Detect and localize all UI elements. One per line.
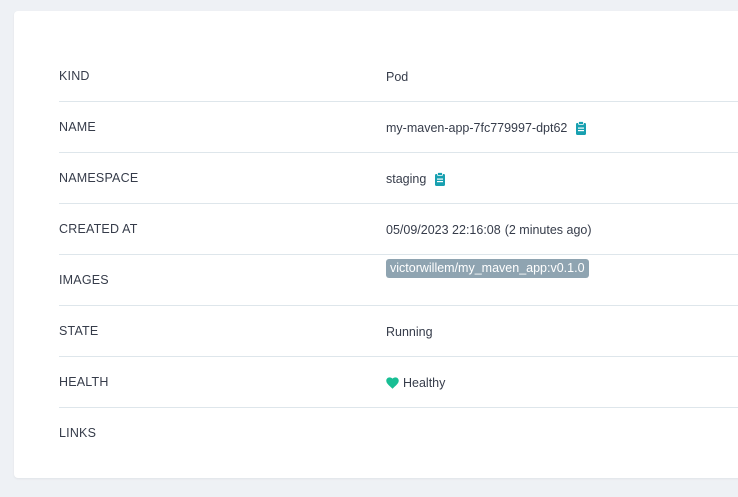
name-value: my-maven-app-7fc779997-dpt62	[386, 120, 568, 135]
resource-summary-card: KIND Pod NAME my-maven-app-7fc779997-dpt…	[14, 11, 738, 478]
state-value: Running	[386, 324, 433, 339]
clipboard-icon[interactable]	[434, 171, 446, 186]
kind-label: KIND	[59, 69, 90, 83]
namespace-label: NAMESPACE	[59, 171, 139, 185]
clipboard-icon[interactable]	[575, 120, 587, 135]
namespace-value-container: staging	[386, 153, 446, 204]
row-created-at: CREATED AT 05/09/2023 22:16:08 (2 minute…	[59, 204, 738, 255]
health-value: Healthy	[403, 375, 446, 390]
row-links: LINKS	[59, 408, 738, 459]
health-label: HEALTH	[59, 375, 109, 389]
row-health: HEALTH Healthy	[59, 357, 738, 408]
health-value-container: Healthy	[386, 357, 445, 408]
row-name: NAME my-maven-app-7fc779997-dpt62	[59, 102, 738, 153]
created-at-relative: (2 minutes ago)	[504, 222, 592, 237]
row-images: IMAGES victorwillem/my_maven_app:v0.1.0	[59, 255, 738, 306]
links-label: LINKS	[59, 426, 97, 440]
name-label: NAME	[59, 120, 96, 134]
row-namespace: NAMESPACE staging	[59, 153, 738, 204]
created-at-timestamp: 05/09/2023 22:16:08	[386, 222, 501, 237]
created-at-label: CREATED AT	[59, 222, 138, 236]
kind-value: Pod	[386, 69, 409, 84]
row-state: STATE Running	[59, 306, 738, 357]
summary-table: KIND Pod NAME my-maven-app-7fc779997-dpt…	[59, 51, 738, 459]
name-value-container: my-maven-app-7fc779997-dpt62	[386, 102, 587, 153]
created-at-value-container: 05/09/2023 22:16:08 (2 minutes ago)	[386, 204, 592, 255]
heart-icon	[386, 376, 399, 389]
row-kind: KIND Pod	[59, 51, 738, 102]
images-label: IMAGES	[59, 273, 109, 287]
image-tag: victorwillem/my_maven_app:v0.1.0	[386, 259, 589, 278]
state-label: STATE	[59, 324, 99, 338]
namespace-value: staging	[386, 171, 427, 186]
